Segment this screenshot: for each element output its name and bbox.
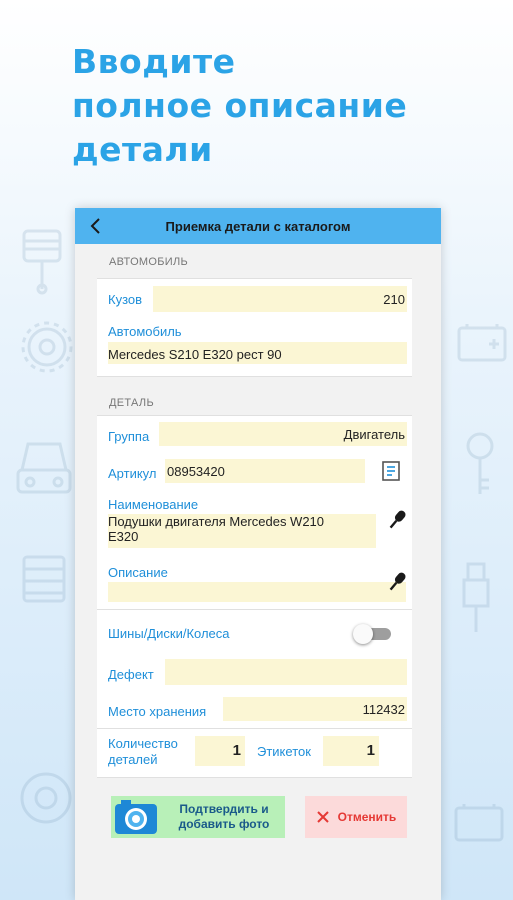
background-brake-disc-icon — [20, 772, 72, 824]
toggle-knob — [353, 624, 373, 644]
car-section-caption: АВТОМОБИЛЬ — [109, 256, 189, 268]
confirm-button-label: Подтвердить и добавить фото — [169, 802, 279, 832]
divider-2 — [97, 728, 412, 729]
car-row: Автомобиль Mercedes S210 E320 рест 90 — [97, 319, 412, 374]
quantity-label-line-2: деталей — [108, 752, 158, 767]
microphone-icon[interactable] — [385, 508, 409, 532]
storage-field[interactable]: 112432 — [223, 697, 407, 721]
quantity-field[interactable]: 1 — [195, 736, 245, 766]
part-section-caption: ДЕТАЛЬ — [109, 397, 154, 409]
body-label: Кузов — [108, 292, 143, 307]
divider — [97, 609, 412, 610]
background-gear-icon — [21, 321, 73, 373]
body-field[interactable]: 210 — [153, 286, 407, 312]
tires-label: Шины/Диски/Колеса — [108, 626, 230, 641]
tires-toggle[interactable] — [353, 623, 395, 644]
camera-icon — [115, 800, 157, 834]
promo-headline: Вводите полное описание детали — [72, 40, 407, 172]
background-battery-icon-2 — [454, 804, 504, 842]
cancel-button[interactable]: Отменить — [305, 796, 407, 838]
background-car-icon — [16, 442, 72, 494]
article-label: Артикул — [108, 466, 157, 481]
background-engine-icon — [22, 555, 66, 603]
headline-line-2: полное описание — [72, 86, 408, 125]
part-card: Группа Двигатель Артикул 08953420 Наимен… — [97, 415, 412, 778]
back-arrow-icon[interactable] — [87, 216, 105, 236]
group-value: Двигатель — [343, 427, 405, 442]
name-value-line-1: Подушки двигателя Mercedes W210 — [108, 514, 325, 529]
article-value: 08953420 — [167, 464, 225, 479]
close-icon — [316, 811, 329, 823]
body-row: Кузов 210 — [97, 279, 412, 319]
car-label: Автомобиль — [108, 324, 182, 339]
quantity-label-line-1: Количество — [108, 736, 178, 751]
group-label: Группа — [108, 429, 150, 444]
defect-field[interactable] — [165, 659, 407, 685]
quantity-value: 1 — [232, 742, 241, 759]
group-field[interactable]: Двигатель — [159, 422, 407, 446]
app-bar: Приемка детали с каталогом — [75, 208, 441, 244]
name-field[interactable]: Подушки двигателя Mercedes W210 E320 — [108, 514, 376, 548]
car-value: Mercedes S210 E320 рест 90 — [108, 347, 282, 362]
defect-label: Дефект — [108, 667, 154, 682]
article-field[interactable]: 08953420 — [165, 459, 365, 483]
description-label: Описание — [108, 565, 168, 580]
description-field[interactable] — [108, 582, 406, 602]
name-label: Наименование — [108, 497, 199, 512]
confirm-label-line-1: Подтвердить и — [179, 802, 269, 816]
microphone-icon-2[interactable] — [385, 570, 409, 594]
body-value: 210 — [383, 292, 405, 307]
background-spark-plug-icon — [462, 562, 490, 632]
storage-label: Место хранения — [108, 704, 207, 719]
headline-line-3: детали — [72, 130, 213, 169]
headline-line-1: Вводите — [72, 42, 236, 81]
car-field[interactable]: Mercedes S210 E320 рест 90 — [108, 342, 407, 364]
background-key-icon — [466, 432, 494, 494]
labels-count-field[interactable]: 1 — [323, 736, 379, 766]
confirm-label-line-2: добавить фото — [178, 817, 270, 831]
background-piston-icon — [22, 229, 62, 295]
confirm-add-photo-button[interactable]: Подтвердить и добавить фото — [111, 796, 285, 838]
barcode-scan-icon[interactable] — [381, 460, 401, 482]
cancel-label: Отменить — [337, 810, 397, 824]
quantity-label: Количество деталей — [108, 736, 178, 768]
labels-count-value: 1 — [366, 742, 375, 759]
screen-title: Приемка детали с каталогом — [165, 218, 351, 234]
app-screen: Приемка детали с каталогом АВТОМОБИЛЬ Ку… — [75, 208, 441, 900]
background-battery-icon — [457, 324, 507, 362]
storage-value: 112432 — [362, 702, 405, 717]
car-card: Кузов 210 Автомобиль Mercedes S210 E320 … — [97, 278, 412, 377]
name-value-line-2: E320 — [108, 529, 139, 544]
labels-count-label: Этикеток — [257, 744, 311, 759]
